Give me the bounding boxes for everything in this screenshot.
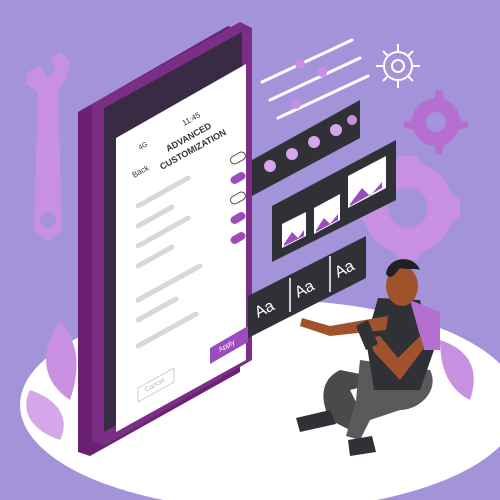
illustration-svg: 4G 11:45 Back ADVANCED CUSTOMIZATION App… <box>20 22 500 500</box>
color-swatch-5[interactable] <box>347 115 357 125</box>
color-swatch-3[interactable] <box>308 136 320 148</box>
wrench-icon <box>26 52 70 242</box>
illustration-scene: 4G 11:45 Back ADVANCED CUSTOMIZATION App… <box>0 0 500 500</box>
color-swatch-2[interactable] <box>286 148 298 160</box>
color-swatch-1[interactable] <box>264 160 276 172</box>
color-swatch-4[interactable] <box>330 124 342 136</box>
gear-icon-medium <box>404 90 468 154</box>
gear-icon-small <box>376 44 420 88</box>
